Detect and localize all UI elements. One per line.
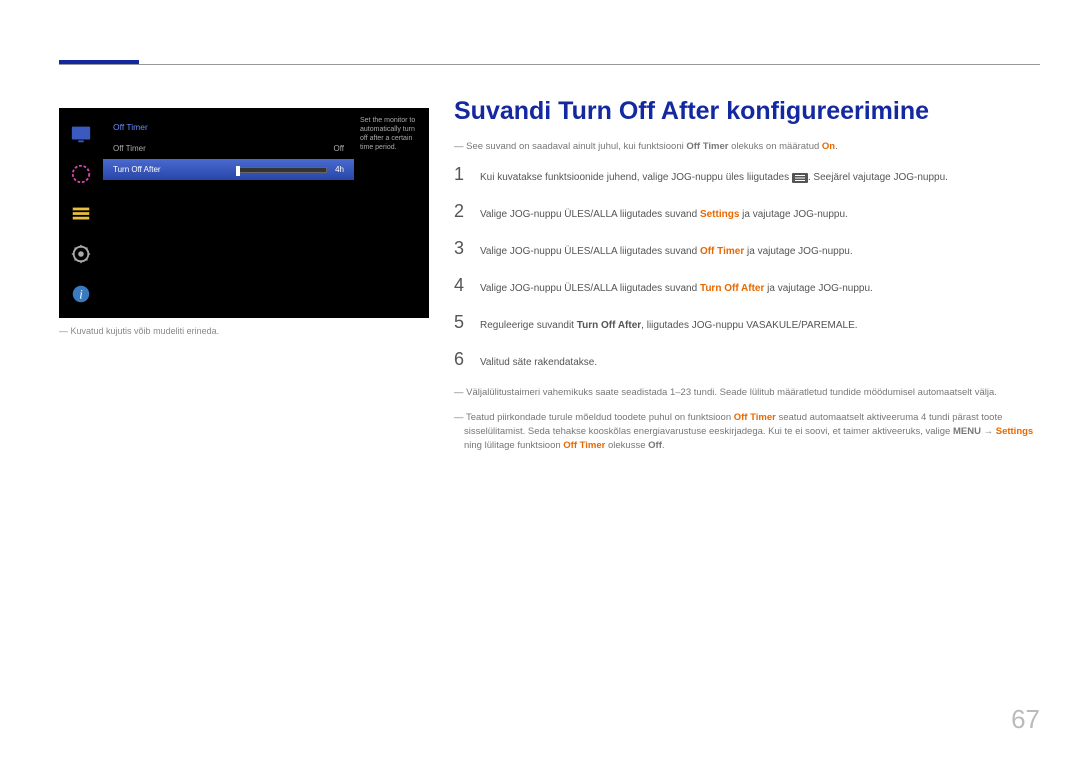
image-caption: Kuvatud kujutis võib mudeliti erineda.: [59, 326, 219, 336]
step-2: 2 Valige JOG-nuppu ÜLES/ALLA liigutades …: [454, 201, 1040, 222]
svg-text:i: i: [79, 288, 83, 302]
settings-icon: [59, 234, 103, 274]
osd-menu-header: Off Timer: [103, 116, 354, 138]
step-5: 5 Reguleerige suvandit Turn Off After, l…: [454, 312, 1040, 333]
osd-menu-list: Off Timer Off Timer Off Turn Off After 4…: [103, 108, 354, 318]
step-number: 6: [454, 349, 480, 370]
monitor-icon: [59, 114, 103, 154]
step-number: 4: [454, 275, 480, 296]
step-number: 5: [454, 312, 480, 333]
note-range: Väljalülitustaimeri vahemikuks saate sea…: [454, 386, 1040, 400]
menu-item-value: Off: [333, 144, 344, 153]
info-icon: i: [59, 274, 103, 314]
step-number: 1: [454, 164, 480, 185]
step-6: 6 Valitud säte rakendatakse.: [454, 349, 1040, 370]
slider-icon: [237, 167, 327, 173]
step-text: Valitud säte rakendatakse.: [480, 352, 597, 370]
step-text: Reguleerige suvandit Turn Off After, lii…: [480, 315, 858, 333]
menu-icon-inline: [792, 173, 808, 183]
menu-item-label: Off Timer: [113, 144, 146, 153]
menu-item-value: 4h: [335, 165, 344, 174]
main-content: Suvandi Turn Off After konfigureerimine …: [454, 97, 1040, 463]
top-divider: [59, 64, 1040, 65]
steps-list: 1 Kui kuvatakse funktsioonide juhend, va…: [454, 164, 1040, 370]
step-3: 3 Valige JOG-nuppu ÜLES/ALLA liigutades …: [454, 238, 1040, 259]
step-4: 4 Valige JOG-nuppu ÜLES/ALLA liigutades …: [454, 275, 1040, 296]
step-text: Valige JOG-nuppu ÜLES/ALLA liigutades su…: [480, 204, 848, 222]
osd-sidebar: i: [59, 108, 103, 318]
top-accent: [59, 60, 139, 64]
step-number: 2: [454, 201, 480, 222]
step-text: Kui kuvatakse funktsioonide juhend, vali…: [480, 167, 948, 185]
osd-menu-item: Off Timer Off: [103, 138, 354, 159]
osd-menu-screenshot: i Off Timer Off Timer Off Turn Off After…: [59, 108, 429, 318]
picture-icon: [59, 154, 103, 194]
options-icon: [59, 194, 103, 234]
page-number: 67: [1011, 704, 1040, 735]
step-text: Valige JOG-nuppu ÜLES/ALLA liigutades su…: [480, 278, 873, 296]
note-region: Teatud piirkondade turule mõeldud toodet…: [454, 411, 1040, 454]
step-text: Valige JOG-nuppu ÜLES/ALLA liigutades su…: [480, 241, 853, 259]
menu-item-label: Turn Off After: [113, 165, 161, 174]
step-number: 3: [454, 238, 480, 259]
osd-main: Off Timer Off Timer Off Turn Off After 4…: [103, 108, 429, 318]
osd-menu-item-selected: Turn Off After 4h: [103, 159, 354, 180]
note-availability: See suvand on saadaval ainult juhul, kui…: [454, 140, 1040, 154]
step-1: 1 Kui kuvatakse funktsioonide juhend, va…: [454, 164, 1040, 185]
osd-menu-desc: Set the monitor to automatically turn of…: [354, 108, 429, 318]
page-title: Suvandi Turn Off After konfigureerimine: [454, 97, 1040, 126]
